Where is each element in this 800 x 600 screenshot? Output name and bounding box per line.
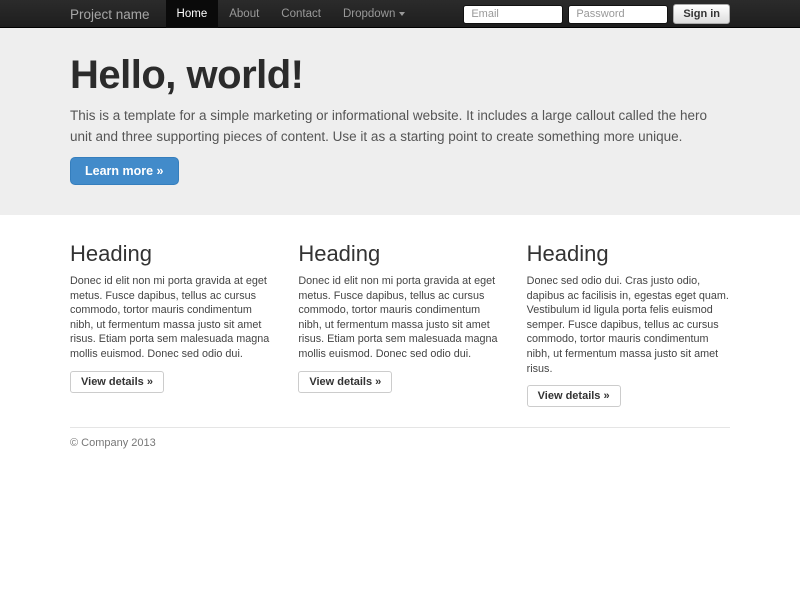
nav-item-about[interactable]: About [218,0,270,28]
footer: © Company 2013 [70,437,730,449]
nav-item-dropdown[interactable]: Dropdown [332,0,416,28]
view-details-button-2[interactable]: View details » [298,371,392,393]
nav-item-home[interactable]: Home [166,0,219,28]
hero-description: This is a template for a simple marketin… [70,105,730,147]
hero-title: Hello, world! [70,54,730,96]
view-details-button-1[interactable]: View details » [70,371,164,393]
column-body: Donec sed odio dui. Cras justo odio, dap… [527,274,730,376]
nav-item-contact[interactable]: Contact [270,0,332,28]
marketing-content: Heading Donec id elit non mi porta gravi… [70,241,730,449]
view-details-button-3[interactable]: View details » [527,385,621,407]
footer-divider [70,427,730,428]
marketing-column-2: Heading Donec id elit non mi porta gravi… [298,241,501,407]
password-field[interactable] [568,5,668,24]
nav-item-label: About [229,0,259,28]
column-body: Donec id elit non mi porta gravida at eg… [298,274,501,362]
marketing-column-3: Heading Donec sed odio dui. Cras justo o… [527,241,730,407]
sign-in-button[interactable]: Sign in [673,4,730,24]
marketing-column-1: Heading Donec id elit non mi porta gravi… [70,241,273,407]
signin-form: Sign in [463,4,730,24]
nav-item-label: Contact [281,0,321,28]
column-heading: Heading [527,241,730,267]
main-nav: Home About Contact Dropdown [166,0,417,28]
hero-unit: Hello, world! This is a template for a s… [0,28,800,215]
navbar: Project name Home About Contact Dropdown… [0,0,800,28]
nav-item-label: Home [177,0,208,28]
brand[interactable]: Project name [70,7,166,22]
caret-down-icon [399,12,405,16]
learn-more-button[interactable]: Learn more » [70,157,179,185]
column-heading: Heading [298,241,501,267]
column-heading: Heading [70,241,273,267]
nav-item-label: Dropdown [343,0,395,28]
email-field[interactable] [463,5,563,24]
copyright-text: © Company 2013 [70,437,730,449]
column-body: Donec id elit non mi porta gravida at eg… [70,274,273,362]
